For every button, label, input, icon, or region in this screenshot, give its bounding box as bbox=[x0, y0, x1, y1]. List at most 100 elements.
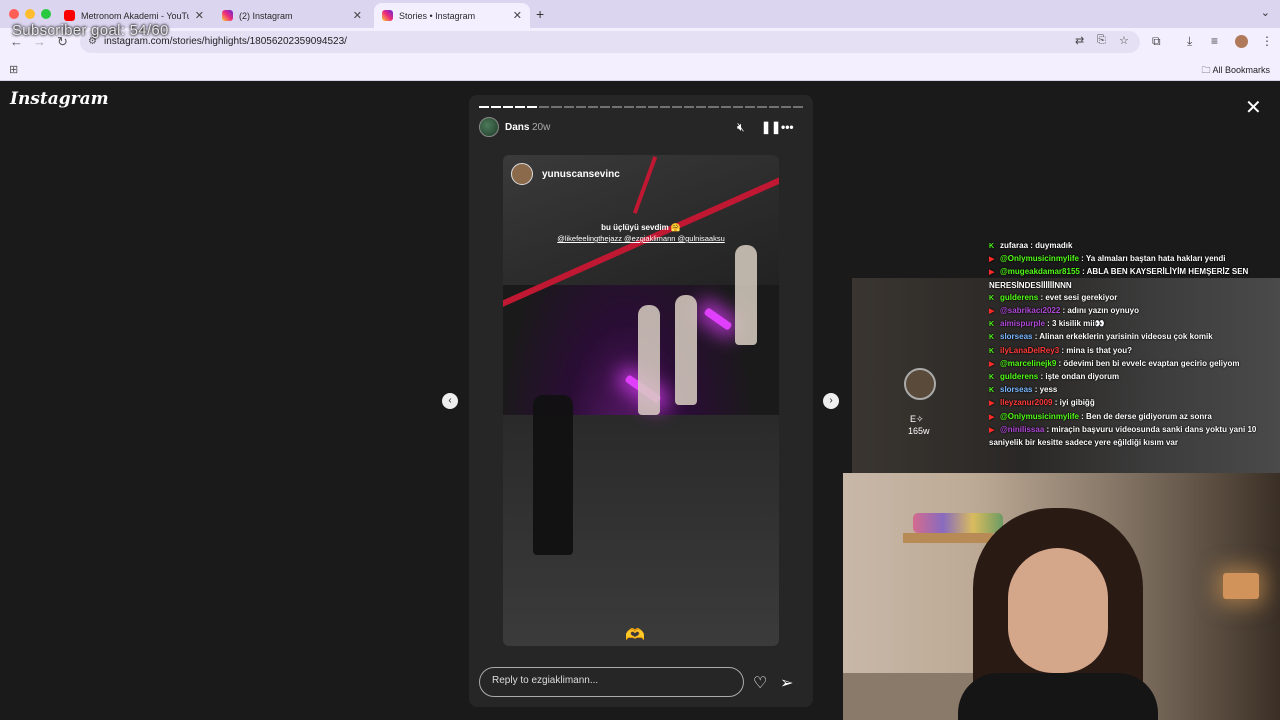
progress-segment bbox=[793, 106, 804, 108]
previous-story-button[interactable]: ‹ bbox=[442, 393, 458, 409]
progress-segment bbox=[780, 106, 792, 108]
story-caption: bu üçlüyü sevdim 🤗 bbox=[601, 223, 681, 232]
minimize-window-button[interactable] bbox=[25, 9, 35, 19]
tab-instagram[interactable]: (2) Instagram ✕ bbox=[214, 3, 370, 28]
chat-username: @ninilissaa bbox=[1000, 424, 1045, 434]
all-bookmarks-button[interactable]: 🗀 All Bookmarks bbox=[1201, 63, 1270, 79]
progress-segment bbox=[684, 106, 695, 108]
tab-search-button[interactable]: ⌄ bbox=[1261, 6, 1270, 19]
tab-label: Stories • Instagram bbox=[399, 10, 476, 21]
more-options-icon[interactable]: ••• bbox=[781, 120, 794, 134]
progress-segment bbox=[539, 106, 550, 108]
chat-message: Kslorseas : yess bbox=[989, 384, 1280, 397]
progress-segment bbox=[623, 106, 635, 108]
subscriber-goal-overlay: Subscriber goal: 54/60 bbox=[12, 22, 169, 39]
progress-segment bbox=[732, 106, 743, 108]
shelf bbox=[903, 533, 993, 543]
tab-stories[interactable]: Stories • Instagram ✕ bbox=[374, 3, 530, 28]
chat-username: @marcelinejk9 bbox=[1000, 358, 1057, 368]
progress-segment bbox=[479, 106, 490, 108]
translate-icon[interactable]: ⇄ bbox=[1075, 34, 1084, 47]
extensions-icon[interactable]: ⧉ bbox=[1152, 34, 1161, 49]
chat-message: Kgulderens : işte ondan diyorum bbox=[989, 371, 1280, 384]
media-user-avatar[interactable] bbox=[511, 163, 533, 185]
chat-text: duymadık bbox=[1035, 241, 1073, 250]
address-bar[interactable]: ⚙ instagram.com/stories/highlights/18056… bbox=[80, 31, 1140, 53]
more-menu-icon[interactable]: ⋮ bbox=[1261, 34, 1273, 48]
browser-toolbar: ← → ↻ ⚙ instagram.com/stories/highlights… bbox=[0, 28, 1280, 56]
browser-tab-bar: Metronom Akademi - YouTube ✕ (2) Instagr… bbox=[0, 0, 1280, 28]
mute-icon[interactable]: 🔇︎ bbox=[737, 120, 745, 135]
progress-segment bbox=[563, 106, 574, 108]
chat-text: mina is that you? bbox=[1066, 345, 1133, 355]
progress-segment bbox=[491, 106, 502, 108]
youtube-icon: ▶ bbox=[989, 308, 995, 316]
chat-username: gulderens bbox=[1000, 292, 1039, 302]
close-icon[interactable]: ✕ bbox=[513, 9, 522, 22]
progress-segment bbox=[648, 106, 659, 108]
progress-segment bbox=[660, 106, 671, 108]
dancer-figure bbox=[735, 245, 757, 345]
story-age: 20w bbox=[532, 122, 551, 133]
chat-message: ▶ @marcelinejk9 : ödevimi ben bi evvelc e… bbox=[989, 358, 1280, 371]
progress-segment bbox=[575, 106, 586, 108]
youtube-icon: ▶ bbox=[989, 256, 995, 264]
profile-avatar[interactable] bbox=[1235, 35, 1248, 48]
progress-segment bbox=[744, 106, 755, 108]
highlight-name[interactable]: Dans bbox=[505, 122, 529, 133]
close-icon[interactable]: ✕ bbox=[353, 9, 362, 22]
pause-icon[interactable]: ❚❚ bbox=[761, 120, 781, 134]
streamer-webcam bbox=[843, 473, 1280, 720]
neon-light bbox=[703, 307, 733, 331]
youtube-icon: ▶ bbox=[989, 269, 995, 277]
chat-text: işte ondan diyorum bbox=[1045, 372, 1120, 382]
chat-text: 3 kisilik mii👀 bbox=[1052, 319, 1105, 329]
story-card: Dans 20w 🔇︎ ❚❚ ••• yunuscansevinc bu üçl… bbox=[469, 95, 813, 707]
close-icon[interactable]: ✕ bbox=[195, 9, 204, 22]
chat-username: slorseas bbox=[1000, 332, 1033, 342]
reply-input[interactable] bbox=[492, 675, 732, 686]
kick-icon: K bbox=[989, 321, 995, 329]
close-story-icon[interactable]: ✕ bbox=[1245, 95, 1262, 120]
story-mentions[interactable]: @likefeelingthejazz @ezgiaklimann @gulni… bbox=[503, 234, 779, 243]
bookmark-star-icon[interactable]: ☆ bbox=[1119, 34, 1129, 47]
progress-segment bbox=[768, 106, 779, 108]
chat-message: KilyLanaDelRey3 : mina is that you? bbox=[989, 345, 1280, 358]
chat-username: @mugeakdamar8155 bbox=[1000, 267, 1080, 277]
toy-shelf bbox=[913, 513, 1003, 533]
reading-list-icon[interactable]: ≡ bbox=[1211, 34, 1218, 48]
chat-text: adını yazın oynuyo bbox=[1067, 306, 1139, 316]
instagram-logo[interactable]: Instagram bbox=[10, 89, 109, 109]
progress-segment bbox=[672, 106, 683, 108]
chat-text: iyi gibiğğ bbox=[1059, 398, 1095, 408]
dancer-figure bbox=[533, 395, 573, 555]
install-app-icon[interactable]: ⎘ bbox=[1097, 34, 1106, 47]
chat-message: ▶ @sabrikacı2022 : adını yazın oynuyo bbox=[989, 305, 1280, 318]
kick-icon: K bbox=[989, 347, 995, 355]
downloads-icon[interactable]: ⤓ bbox=[1187, 34, 1192, 49]
apps-grid-icon[interactable]: ⊞ bbox=[9, 63, 18, 76]
mini-story-avatar bbox=[904, 368, 936, 400]
new-tab-button[interactable]: + bbox=[536, 6, 544, 22]
highlight-avatar[interactable] bbox=[479, 117, 499, 137]
maximize-window-button[interactable] bbox=[41, 9, 51, 19]
close-window-button[interactable] bbox=[9, 9, 19, 19]
youtube-icon: ▶ bbox=[989, 360, 995, 368]
next-story-button[interactable]: › bbox=[823, 393, 839, 409]
send-icon[interactable]: ➢ bbox=[780, 673, 793, 693]
chat-text: ödevimi ben bi evvelc evaptan gecirio ge… bbox=[1063, 358, 1240, 368]
story-media[interactable]: yunuscansevinc bu üçlüyü sevdim 🤗 @likef… bbox=[503, 155, 779, 646]
progress-segment bbox=[611, 106, 622, 108]
streamer-body bbox=[958, 673, 1158, 720]
reply-box[interactable] bbox=[479, 667, 744, 697]
chat-username: zufaraa bbox=[1000, 241, 1029, 250]
progress-segment bbox=[515, 106, 526, 108]
chat-message: Kaimispurple : 3 kisilik mii👀 bbox=[989, 318, 1280, 331]
instagram-icon bbox=[382, 10, 393, 21]
kick-icon: K bbox=[989, 243, 995, 250]
media-username[interactable]: yunuscansevinc bbox=[542, 169, 620, 180]
like-heart-icon[interactable]: ♡ bbox=[753, 673, 767, 693]
kick-icon: K bbox=[989, 374, 995, 382]
youtube-icon: ▶ bbox=[989, 400, 995, 408]
chat-message: Kgulderens : evet sesi gerekiyor bbox=[989, 292, 1280, 305]
